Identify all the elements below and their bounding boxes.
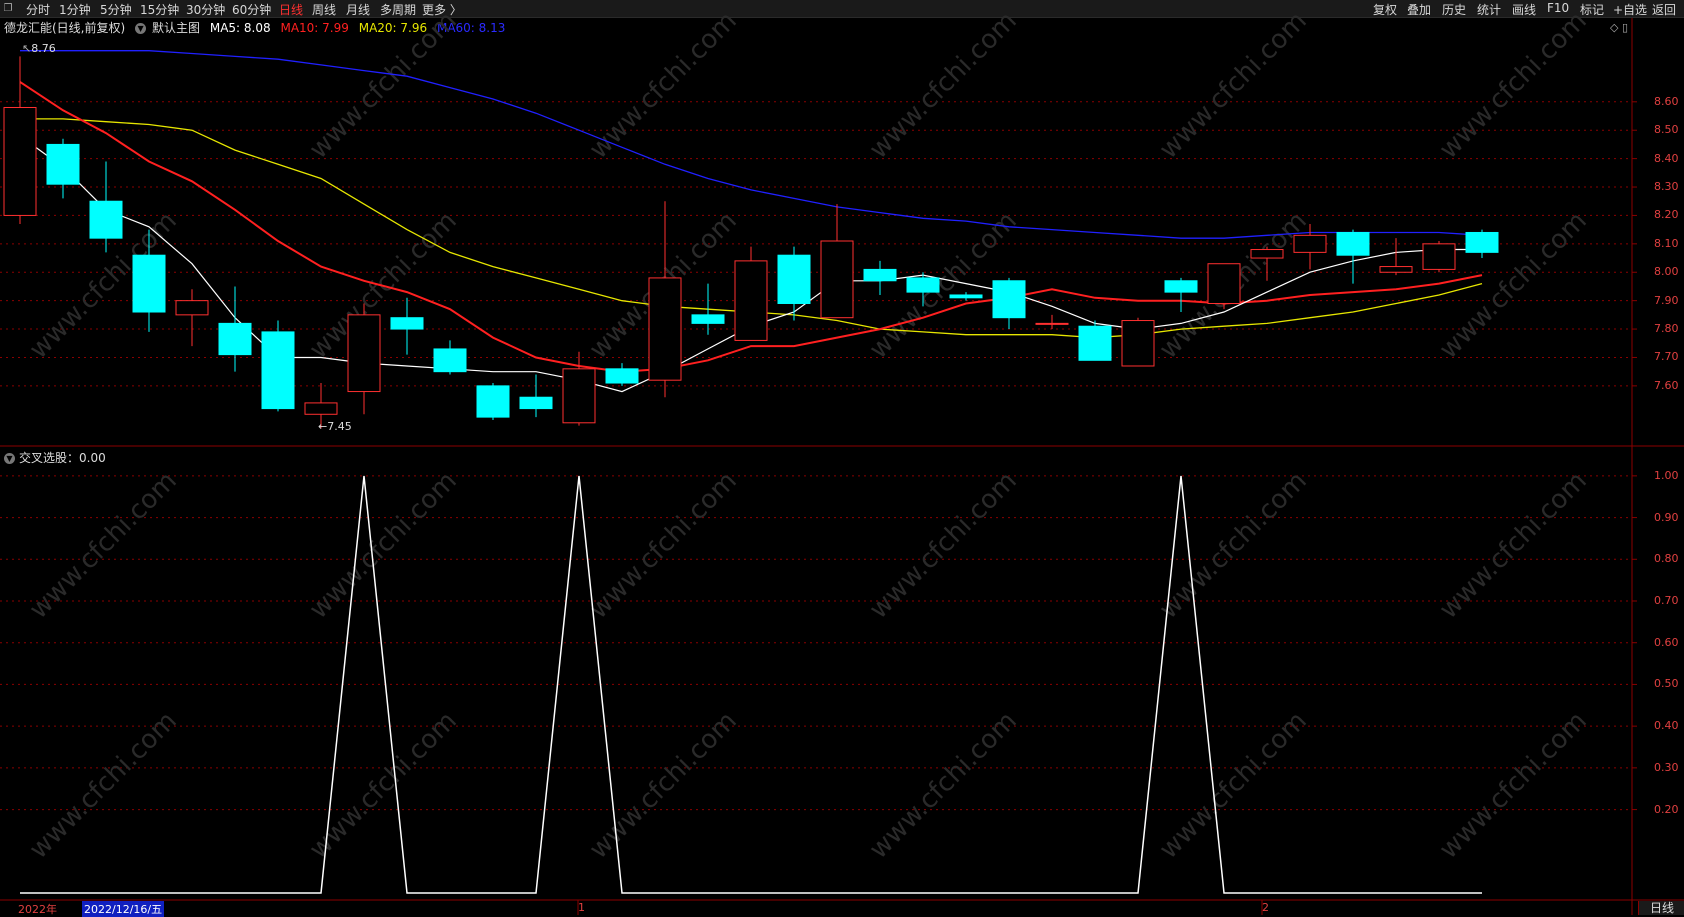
price-tick-label: 7.70 [1654,350,1679,364]
candle-body [1293,234,1327,253]
price-tick-label: 8.00 [1654,265,1679,279]
candle-body [1465,231,1499,253]
indicator-tick-label: 0.90 [1654,510,1679,524]
price-tick-label: 8.30 [1654,180,1679,194]
candle-body [433,348,467,373]
candle-body [1422,243,1456,270]
indicator-tick-label: 0.30 [1654,760,1679,774]
watermark-text: www.cfchi.com [1154,6,1313,165]
candle-body [1164,280,1198,293]
candle-body [734,260,768,341]
candle-body [1336,231,1370,256]
price-tick-label: 7.80 [1654,322,1679,336]
candle-body [132,254,166,313]
watermark-text: www.cfchi.com [864,6,1023,165]
indicator-tick-label: 0.60 [1654,635,1679,649]
price-tick-label: 8.50 [1654,123,1679,137]
watermark-text: www.cfchi.com [864,706,1023,865]
month-label-1: 1 [578,901,585,914]
watermark-text: www.cfchi.com [304,6,463,165]
watermark-text: www.cfchi.com [584,706,743,865]
candle-body [1078,325,1112,361]
indicator-tick-label: 0.50 [1654,677,1679,691]
candle-body [3,106,37,216]
candle-body [1207,263,1241,304]
candle-body [992,280,1026,319]
candle-body [648,277,682,381]
watermark-text: www.cfchi.com [1154,466,1313,625]
candle-body [476,385,510,418]
candle-body [1035,322,1069,325]
indicator-tick-label: 0.80 [1654,552,1679,566]
candle-body [777,254,811,304]
candle-body [390,317,424,330]
candle-body [89,200,123,239]
candle-body [1379,266,1413,273]
candle-body [347,314,381,393]
indicator-tick-label: 0.20 [1654,802,1679,816]
candle-body [304,402,338,415]
month-label-2: 2 [1262,901,1269,914]
price-tick-label: 8.10 [1654,236,1679,250]
candle-body [175,300,209,316]
candle-body [261,331,295,410]
high-price-annotation: ↖8.76 [22,42,56,55]
kline-chart[interactable]: www.cfchi.com www.cfchi.com www.cfchi.com w… [0,0,1684,915]
candle-body [691,314,725,324]
candle-body [820,240,854,319]
candle-body [519,396,553,410]
candle-body [949,294,983,299]
price-tick-label: 7.90 [1654,293,1679,307]
candle-body [46,143,80,185]
candle-body [1250,249,1284,259]
watermark-text: www.cfchi.com [1434,706,1593,865]
watermark-text: www.cfchi.com [304,706,463,865]
price-tick-label: 7.60 [1654,378,1679,392]
indicator-tick-label: 1.00 [1654,468,1679,482]
price-tick-label: 8.40 [1654,151,1679,165]
watermark-text: www.cfchi.com [24,706,183,865]
candle-body [562,368,596,424]
candle-body [906,277,940,293]
watermark-text: www.cfchi.com [1434,6,1593,165]
ma60-line [20,50,1483,239]
candle-body [1121,320,1155,367]
cycle-selector[interactable]: 日线 [1638,901,1684,915]
watermark-text: www.cfchi.com [1154,706,1313,865]
candle-body [863,268,897,282]
candle-body [218,322,252,356]
price-tick-label: 8.20 [1654,208,1679,222]
watermark-text: www.cfchi.com [584,466,743,625]
candle-body [605,368,639,384]
price-tick-label: 8.60 [1654,94,1679,108]
indicator-tick-label: 0.70 [1654,594,1679,607]
indicator-tick-label: 0.40 [1654,719,1679,733]
watermark-text: www.cfchi.com [1434,206,1593,365]
low-price-annotation: ←7.45 [318,420,352,433]
